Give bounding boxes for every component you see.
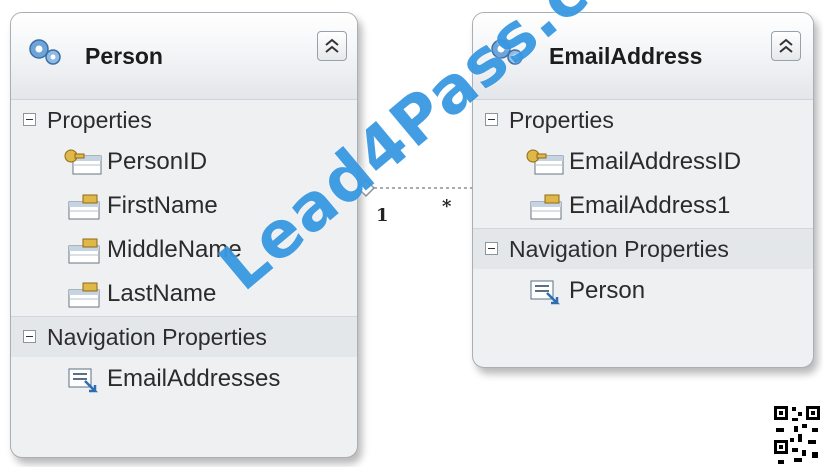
navigation-label: Navigation Properties — [509, 235, 729, 262]
collapse-toggle-icon[interactable] — [485, 242, 498, 255]
multiplicity-one: 1 — [376, 205, 389, 226]
entity-icon — [29, 39, 61, 65]
entity-person-header[interactable]: Person — [11, 13, 357, 100]
key-property-icon — [64, 149, 102, 175]
collapse-toggle-icon[interactable] — [23, 330, 36, 343]
property-label: PersonID — [107, 148, 208, 175]
collapse-chevron-icon — [779, 38, 793, 53]
property-row-emailaddressid[interactable]: EmailAddressID — [473, 140, 813, 184]
collapse-button[interactable] — [317, 31, 347, 61]
qr-code-icon — [772, 404, 823, 467]
collapse-button[interactable] — [771, 31, 801, 61]
collapse-toggle-icon[interactable] — [485, 113, 498, 126]
property-row-lastname[interactable]: LastName — [11, 272, 357, 316]
entity-emailaddress-title: EmailAddress — [549, 43, 703, 69]
key-property-icon — [526, 149, 564, 175]
navigation-row-emailaddresses[interactable]: EmailAddresses — [11, 357, 357, 401]
navigation-property-label: EmailAddresses — [107, 365, 281, 392]
entity-person-title: Person — [85, 43, 163, 69]
navigation-section-header[interactable]: Navigation Properties — [11, 316, 357, 357]
property-label: EmailAddress1 — [569, 192, 731, 219]
collapse-toggle-icon[interactable] — [23, 113, 36, 126]
navigation-row-person[interactable]: Person — [473, 269, 813, 313]
navigation-property-icon — [68, 368, 99, 393]
properties-section-header[interactable]: Properties — [11, 100, 357, 140]
scalar-property-icon — [68, 282, 100, 308]
navigation-label: Navigation Properties — [47, 323, 267, 350]
scalar-property-icon — [68, 238, 100, 264]
property-label: LastName — [107, 280, 217, 307]
properties-section-header[interactable]: Properties — [473, 100, 813, 140]
navigation-property-label: Person — [569, 277, 646, 304]
property-label: EmailAddressID — [569, 148, 742, 175]
navigation-property-icon — [530, 280, 561, 305]
properties-label: Properties — [509, 106, 614, 133]
scalar-property-icon — [530, 194, 562, 220]
property-label: FirstName — [107, 192, 218, 219]
properties-label: Properties — [47, 106, 152, 133]
multiplicity-many: * — [442, 196, 452, 217]
property-row-emailaddress1[interactable]: EmailAddress1 — [473, 184, 813, 228]
scalar-property-icon — [68, 194, 100, 220]
navigation-section-header[interactable]: Navigation Properties — [473, 228, 813, 269]
collapse-chevron-icon — [325, 38, 339, 53]
